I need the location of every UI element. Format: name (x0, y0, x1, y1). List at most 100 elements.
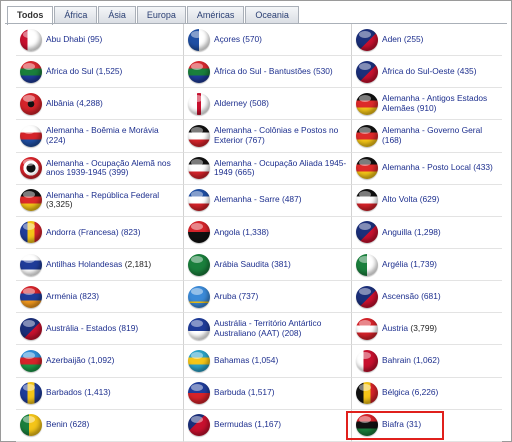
country-item[interactable]: Anguilla (1,298) (352, 217, 502, 249)
country-link[interactable]: Alemanha - Governo Geral (168) (382, 126, 499, 145)
country-link[interactable]: Alemanha - República Federal (3,325) (46, 191, 180, 210)
country-item[interactable]: Áustria (3,799) (352, 313, 502, 346)
country-item[interactable]: Alemanha - Sarre (487) (184, 184, 352, 217)
country-count: (1,062) (413, 356, 440, 366)
country-item[interactable]: Austrália - Território Antártico Austral… (184, 313, 352, 346)
country-link[interactable]: Alemanha - Ocupação Alemã nos anos 1939-… (46, 159, 180, 178)
country-link[interactable]: África do Sul-Oeste (435) (382, 67, 477, 77)
country-item[interactable]: Alemanha - Antigos Estados Alemães (910) (352, 88, 502, 121)
country-item[interactable]: Arábia Saudita (381) (184, 248, 352, 282)
country-name: Ascensão (382, 291, 419, 301)
country-count: (1,338) (242, 227, 269, 237)
country-link[interactable]: Alemanha - Posto Local (433) (382, 163, 493, 173)
country-item[interactable]: Biafra (31) (352, 410, 502, 442)
country-item[interactable]: Alemanha - Ocupação Aliada 1945-1949 (66… (184, 152, 352, 185)
country-item[interactable]: Bahrain (1,062) (352, 345, 502, 378)
country-item[interactable]: Aruba (737) (184, 281, 352, 314)
country-count: (823) (120, 227, 141, 237)
country-item[interactable]: Azerbaijão (1,092) (16, 345, 184, 378)
country-link[interactable]: Aruba (737) (214, 292, 258, 302)
country-link[interactable]: Angola (1,338) (214, 228, 269, 238)
country-item[interactable]: Andorra (Francesa) (823) (16, 216, 184, 249)
tab-1[interactable]: África (54, 6, 98, 24)
country-item[interactable]: África do Sul - Bantustões (530) (184, 56, 352, 89)
country-item[interactable]: Alemanha - República Federal (3,325) (16, 184, 184, 217)
country-item[interactable]: Açores (570) (184, 24, 352, 57)
country-link[interactable]: Arménia (823) (46, 292, 99, 302)
country-item[interactable]: Alderney (508) (184, 88, 352, 121)
general-government-flag-icon (356, 124, 378, 147)
country-name: Barbados (46, 388, 82, 398)
country-item[interactable]: África do Sul (1,525) (16, 56, 184, 89)
country-link[interactable]: Alderney (508) (214, 99, 269, 109)
tab-3[interactable]: Europa (136, 6, 186, 24)
country-link[interactable]: Bélgica (6,226) (382, 388, 438, 398)
country-item[interactable]: Bermudas (1,167) (184, 409, 352, 442)
country-item[interactable]: Bélgica (6,226) (352, 378, 502, 410)
country-item[interactable]: Alemanha - Colônias e Postos no Exterior… (184, 120, 352, 153)
country-link[interactable]: Aden (255) (382, 35, 423, 45)
country-link[interactable]: Albânia (4,288) (46, 99, 103, 109)
country-item[interactable]: Argélia (1,739) (352, 249, 502, 282)
country-count: (1,413) (84, 388, 111, 398)
country-link[interactable]: Alemanha - Antigos Estados Alemães (910) (382, 94, 499, 113)
belgium-flag-icon (356, 382, 378, 405)
country-link[interactable]: Bahrain (1,062) (382, 356, 440, 366)
country-link[interactable]: Bahamas (1,054) (214, 356, 278, 366)
country-link[interactable]: Abu Dhabi (95) (46, 35, 102, 45)
country-count: (823) (79, 291, 100, 301)
country-link[interactable]: África do Sul - Bantustões (530) (214, 67, 333, 77)
country-item[interactable]: Barbados (1,413) (16, 377, 184, 410)
ascension-flag-icon (356, 285, 378, 308)
country-link[interactable]: Andorra (Francesa) (823) (46, 228, 141, 238)
country-item[interactable]: Alemanha - Ocupação Alemã nos anos 1939-… (16, 152, 184, 185)
country-item[interactable]: Benin (628) (16, 409, 184, 442)
country-link[interactable]: Alemanha - Boêmia e Morávia (224) (46, 126, 180, 145)
country-count: (2,181) (124, 259, 152, 269)
country-link[interactable]: Argélia (1,739) (382, 260, 437, 270)
country-name: África do Sul - Bantustões (214, 66, 311, 76)
country-link[interactable]: Azerbaijão (1,092) (46, 356, 114, 366)
tab-4[interactable]: Américas (186, 6, 245, 24)
country-item[interactable]: Barbuda (1,517) (184, 377, 352, 410)
country-link[interactable]: Áustria (3,799) (382, 324, 437, 334)
country-count: (3,799) (410, 324, 437, 334)
country-item[interactable]: Arménia (823) (16, 281, 184, 314)
tab-5[interactable]: Oceania (245, 6, 299, 24)
country-item[interactable]: Antilhas Holandesas (2,181) (16, 248, 184, 282)
country-link[interactable]: Açores (570) (214, 35, 262, 45)
country-item[interactable]: Alemanha - Boêmia e Morávia (224) (16, 120, 184, 153)
country-item[interactable]: Ascensão (681) (352, 281, 502, 314)
country-link[interactable]: África do Sul (1,525) (46, 67, 122, 77)
country-item[interactable]: Bahamas (1,054) (184, 345, 352, 378)
country-item[interactable]: Albânia (4,288) (16, 88, 184, 121)
country-link[interactable]: Alemanha - Sarre (487) (214, 195, 302, 205)
tab-2[interactable]: Ásia (98, 6, 136, 24)
country-link[interactable]: Barbuda (1,517) (214, 388, 275, 398)
country-item[interactable]: Alto Volta (629) (352, 185, 502, 217)
country-link[interactable]: Biafra (31) (382, 420, 421, 430)
country-item[interactable]: Angola (1,338) (184, 216, 352, 249)
country-link[interactable]: Bermudas (1,167) (214, 420, 281, 430)
country-item[interactable]: Aden (255) (352, 24, 502, 57)
bantustans-flag-icon (188, 60, 210, 83)
country-item[interactable]: África do Sul-Oeste (435) (352, 56, 502, 89)
country-link[interactable]: Benin (628) (46, 420, 89, 430)
country-link[interactable]: Alto Volta (629) (382, 195, 439, 205)
country-link[interactable]: Arábia Saudita (381) (214, 260, 291, 270)
country-link[interactable]: Ascensão (681) (382, 292, 441, 302)
country-link[interactable]: Anguilla (1,298) (382, 228, 441, 238)
country-item[interactable]: Abu Dhabi (95) (16, 24, 184, 57)
country-link[interactable]: Austrália - Território Antártico Austral… (214, 319, 348, 338)
country-link[interactable]: Alemanha - Colônias e Postos no Exterior… (214, 126, 348, 145)
country-item[interactable]: Austrália - Estados (819) (16, 313, 184, 346)
country-link[interactable]: Alemanha - Ocupação Aliada 1945-1949 (66… (214, 159, 348, 178)
country-item[interactable]: Alemanha - Governo Geral (168) (352, 120, 502, 153)
country-link[interactable]: Austrália - Estados (819) (46, 324, 138, 334)
country-link[interactable]: Barbados (1,413) (46, 388, 111, 398)
saar-flag-icon (188, 189, 210, 212)
country-name: Alto Volta (382, 195, 418, 205)
country-link[interactable]: Antilhas Holandesas (2,181) (46, 260, 151, 270)
country-item[interactable]: Alemanha - Posto Local (433) (352, 153, 502, 185)
south-west-africa-flag-icon (356, 60, 378, 83)
